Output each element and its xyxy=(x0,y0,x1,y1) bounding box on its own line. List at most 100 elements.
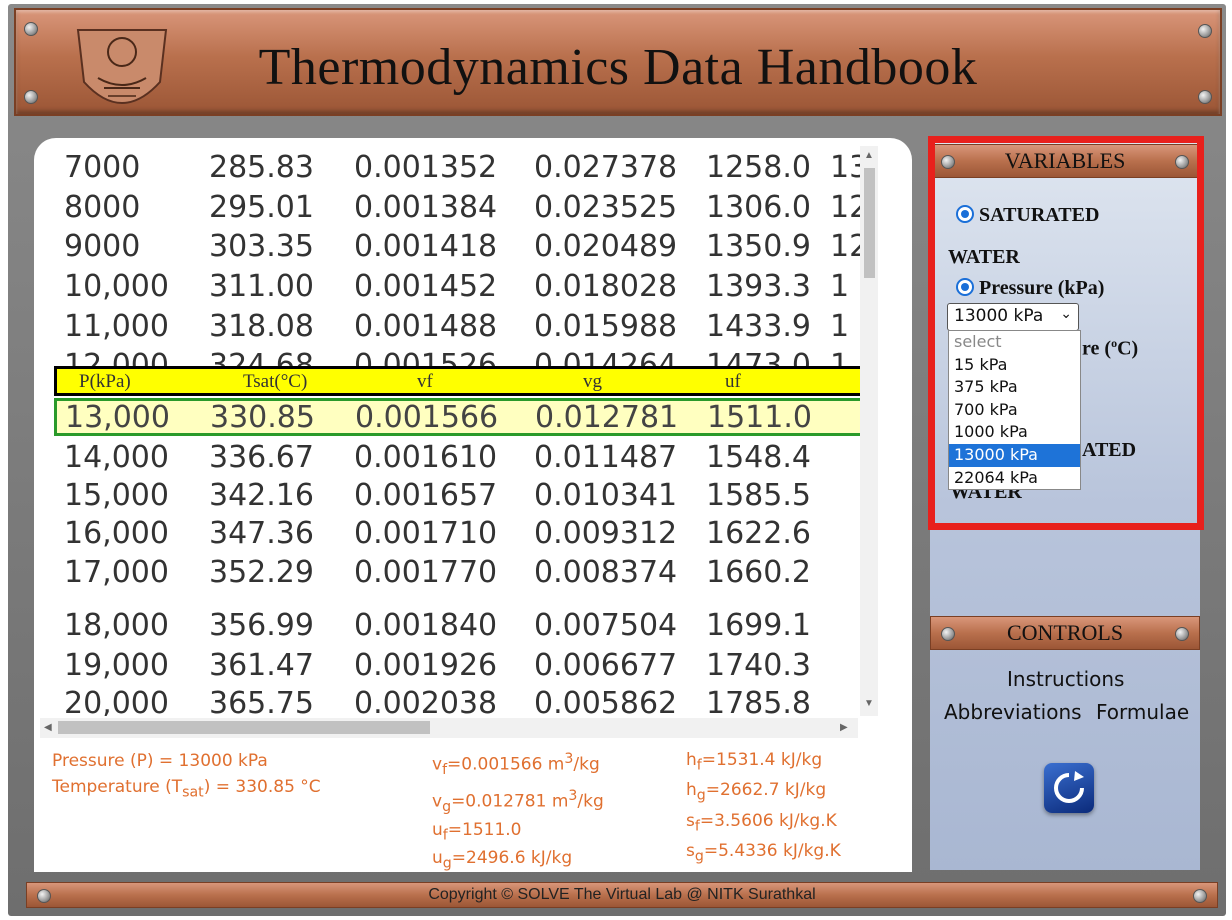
scroll-right-icon[interactable]: ▶ xyxy=(840,722,848,733)
table-cell: 0.010341 xyxy=(534,478,678,513)
col-header-uf: uf xyxy=(725,371,741,392)
table-cell: 336.67 xyxy=(209,440,314,475)
table-cell: 0.001840 xyxy=(354,608,498,643)
table-cell: 0.009312 xyxy=(534,516,678,551)
table-cell: 0.001657 xyxy=(354,478,498,513)
specific-volume-energy-readout: vf=0.001566 m3/kg vg=0.012781 m3/kg uf=1… xyxy=(432,746,604,877)
sf-readout: sf=3.5606 kJ/kg.K xyxy=(686,810,837,835)
ug-readout: ug=2496.6 kJ/kg xyxy=(432,848,573,872)
table-cell: 318.08 xyxy=(209,309,314,344)
table-cell: 1350.9 xyxy=(706,229,811,264)
table-cell: 0.015988 xyxy=(534,309,678,344)
vertical-scrollbar[interactable]: ▲ ▼ xyxy=(860,146,878,716)
table-cell: 18,000 xyxy=(64,608,169,643)
highlight-box xyxy=(928,136,1204,530)
table-cell: 342.16 xyxy=(209,478,314,513)
table-cell: 1258.0 xyxy=(706,150,811,185)
table-cell: 1511.0 xyxy=(707,400,812,435)
table-cell: 1433.9 xyxy=(706,309,811,344)
table-cell: 7000 xyxy=(64,150,141,185)
horizontal-scroll-thumb[interactable] xyxy=(58,721,430,734)
table-cell: 1699.1 xyxy=(706,608,811,643)
table-cell: 0.001610 xyxy=(354,440,498,475)
rivet-icon xyxy=(24,22,38,36)
table-cell: 0.005862 xyxy=(534,686,678,716)
enthalpy-entropy-readout: hf=1531.4 kJ/kg hg=2662.7 kJ/kg sf=3.560… xyxy=(686,748,841,870)
table-cell: 295.01 xyxy=(209,190,314,225)
scroll-down-icon[interactable]: ▼ xyxy=(864,698,874,709)
hg-readout: hg=2662.7 kJ/kg xyxy=(686,780,827,804)
instructions-link[interactable]: Instructions xyxy=(1007,667,1124,691)
table-cell: 1740.3 xyxy=(706,648,811,683)
table-cell: 11,000 xyxy=(64,309,169,344)
table-cell: 0.006677 xyxy=(534,648,678,683)
rivet-icon xyxy=(1198,24,1212,38)
state-summary: Pressure (P) = 13000 kPa Temperature (Ts… xyxy=(52,748,321,805)
abbreviations-link[interactable]: Abbreviations xyxy=(944,700,1082,724)
sg-readout: sg=5.4336 kJ/kg.K xyxy=(686,841,841,865)
table-cell: 0.001452 xyxy=(354,269,498,304)
table-cell: 1393.3 xyxy=(706,269,811,304)
rivet-icon xyxy=(37,889,51,903)
table-cell: 0.001926 xyxy=(354,648,498,683)
table-cell: 0.011487 xyxy=(534,440,678,475)
table-cell: 10,000 xyxy=(64,269,169,304)
table-cell: 0.001488 xyxy=(354,309,498,344)
table-cell: 0.027378 xyxy=(534,150,678,185)
table-cell: 13,000 xyxy=(65,400,170,435)
table-cell: 14,000 xyxy=(64,440,169,475)
table-cell: 285.83 xyxy=(209,150,314,185)
col-header-tsat: Tsat(°C) xyxy=(243,371,308,392)
page-title: Thermodynamics Data Handbook xyxy=(258,39,978,96)
scroll-left-icon[interactable]: ◀ xyxy=(44,722,52,733)
table-cell: 0.002038 xyxy=(354,686,498,716)
vertical-scroll-thumb[interactable] xyxy=(864,168,875,278)
hf-readout: hf=1531.4 kJ/kg xyxy=(686,750,823,774)
table-cell: 1 xyxy=(830,309,850,344)
table-cell: 20,000 xyxy=(64,686,169,716)
table-cell: 0.001770 xyxy=(354,555,498,590)
pressure-readout: Pressure (P) = 13000 kPa xyxy=(52,751,268,771)
table-cell: 1660.2 xyxy=(706,555,811,590)
table-cell: 19,000 xyxy=(64,648,169,683)
table-header-row: P(kPa) Tsat(°C) vf vg uf xyxy=(54,366,864,396)
rivet-icon xyxy=(1175,627,1189,641)
header-banner: Thermodynamics Data Handbook xyxy=(14,8,1222,116)
reset-icon xyxy=(1054,771,1084,803)
reset-button[interactable] xyxy=(1044,763,1094,813)
table-cell: 16,000 xyxy=(64,516,169,551)
table-cell: 0.001384 xyxy=(354,190,498,225)
scroll-up-icon[interactable]: ▲ xyxy=(864,150,874,161)
table-cell: 0.012781 xyxy=(535,400,679,435)
table-cell: 0.020489 xyxy=(534,229,678,264)
table-cell: 1 xyxy=(830,269,850,304)
table-cell: 303.35 xyxy=(209,229,314,264)
selected-table-row[interactable]: 13,000 330.85 0.001566 0.012781 1511.0 xyxy=(54,398,864,436)
table-cell: 0.001710 xyxy=(354,516,498,551)
rivet-icon xyxy=(941,627,955,641)
table-cell: 0.001352 xyxy=(354,150,498,185)
col-header-vf: vf xyxy=(417,371,433,392)
table-cell: 17,000 xyxy=(64,555,169,590)
table-cell: 0.023525 xyxy=(534,190,678,225)
col-header-pressure: P(kPa) xyxy=(79,371,131,392)
table-cell: 361.47 xyxy=(209,648,314,683)
copyright-text: Copyright © SOLVE The Virtual Lab @ NITK… xyxy=(428,886,816,903)
controls-header: CONTROLS xyxy=(930,616,1200,650)
vf-readout: vf=0.001566 m3/kg xyxy=(432,751,600,779)
table-cell: 15,000 xyxy=(64,478,169,513)
table-cell: 352.29 xyxy=(209,555,314,590)
temperature-readout: Temperature (Tsat) = 330.85 °C xyxy=(52,777,321,801)
table-cell: 1585.5 xyxy=(706,478,811,513)
horizontal-scrollbar[interactable]: ◀ ▶ xyxy=(40,718,858,738)
col-header-vg: vg xyxy=(583,371,602,392)
table-cell: 1548.4 xyxy=(706,440,811,475)
formulae-link[interactable]: Formulae xyxy=(1096,700,1189,724)
table-cell: 365.75 xyxy=(209,686,314,716)
uf-readout: uf=1511.0 xyxy=(432,820,522,844)
rivet-icon xyxy=(1193,889,1207,903)
table-cell: 1785.8 xyxy=(706,686,811,716)
vg-readout: vg=0.012781 m3/kg xyxy=(432,788,604,816)
table-cell: 9000 xyxy=(64,229,141,264)
table-cell: 8000 xyxy=(64,190,141,225)
